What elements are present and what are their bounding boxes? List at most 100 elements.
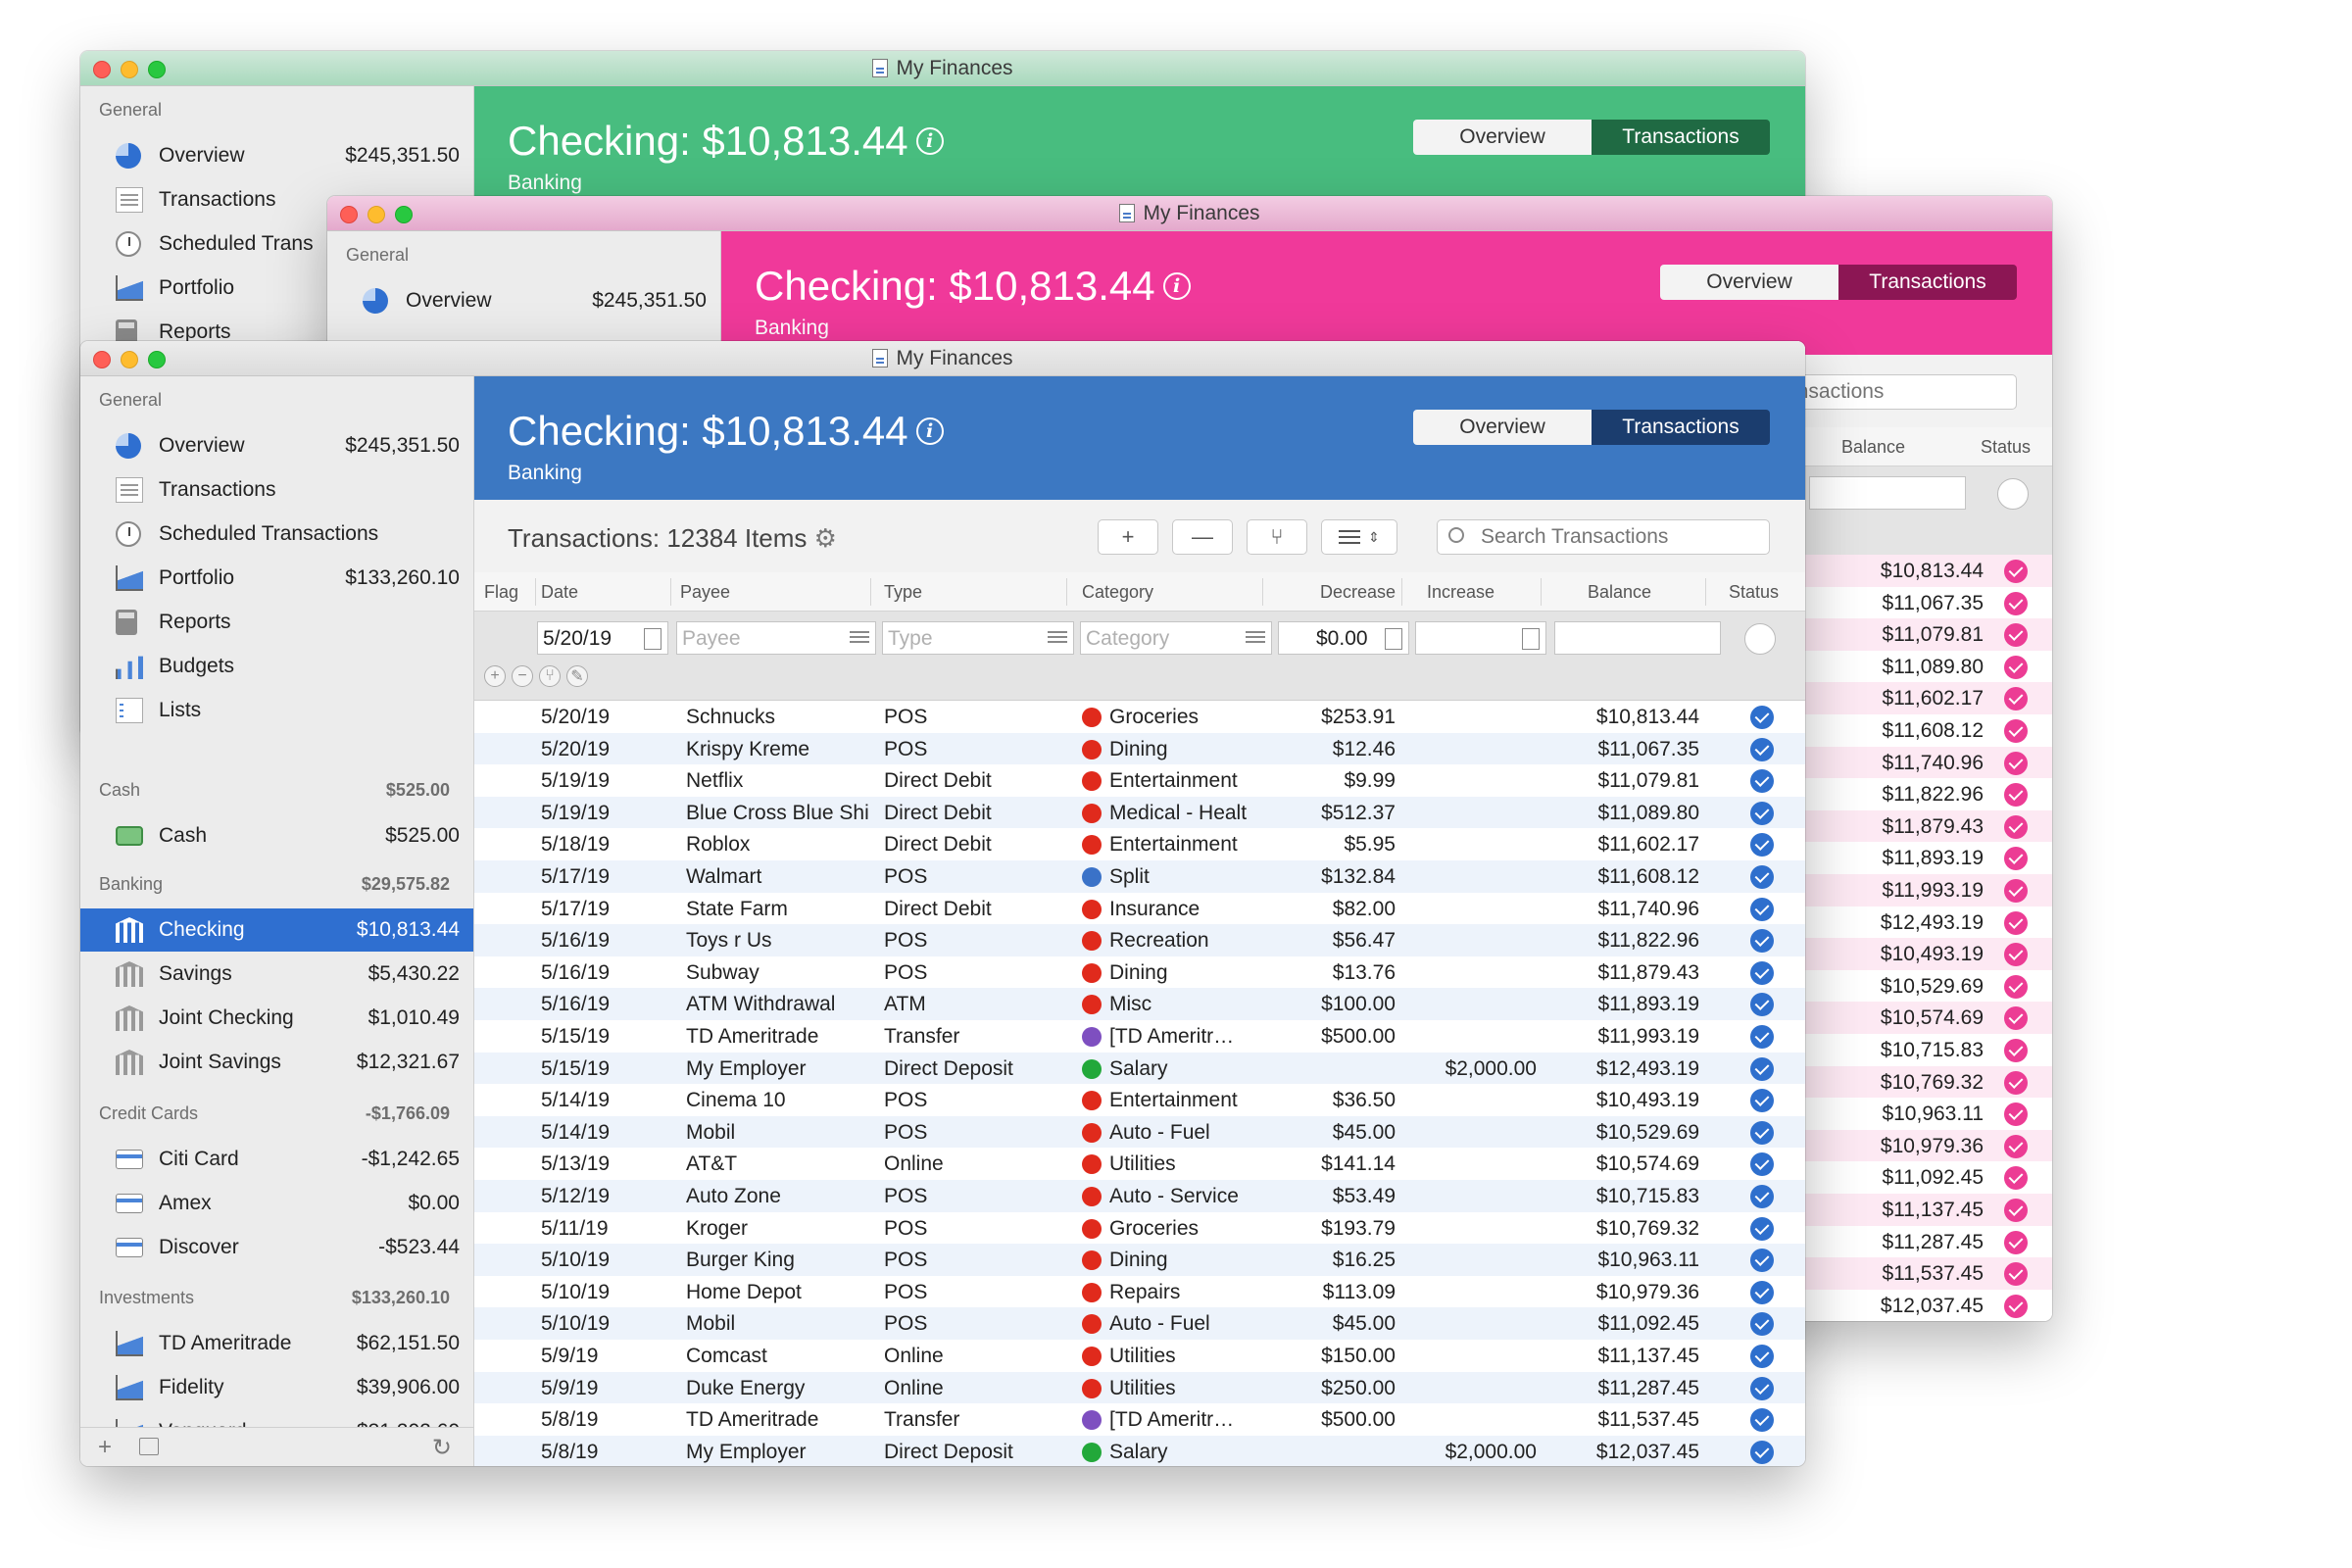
cleared-check-icon[interactable] — [2004, 1070, 2028, 1095]
tab-overview[interactable]: Overview — [1413, 410, 1592, 445]
sidebar-item-overview[interactable]: Overview $245,351.50 — [80, 424, 473, 467]
sidebar-item-joint-savings[interactable]: Joint Savings $12,321.67 — [80, 1041, 473, 1084]
sidebar-item-transactions[interactable]: Transactions — [80, 468, 473, 512]
cleared-check-icon[interactable] — [1750, 1376, 1774, 1400]
column-category[interactable]: Category — [1082, 582, 1153, 603]
cleared-check-icon[interactable] — [2004, 751, 2028, 775]
add-row-icon[interactable]: + — [484, 665, 506, 687]
gear-icon[interactable]: ⚙ — [814, 523, 837, 553]
add-transaction-button[interactable]: + — [1098, 519, 1158, 555]
sidebar-item-savings[interactable]: Savings $5,430.22 — [80, 953, 473, 996]
table-row[interactable]: 5/15/19 My Employer Direct Deposit Salary $2… — [474, 1052, 1805, 1085]
table-row[interactable]: 5/9/19 Comcast Online Utilities $150.00 $11,1… — [474, 1340, 1805, 1372]
table-row[interactable]: 5/17/19 State Farm Direct Debit Insurance $8… — [474, 892, 1805, 925]
table-row[interactable]: 5/11/19 Kroger POS Groceries $193.79 $10,769.… — [474, 1211, 1805, 1245]
split-transaction-button[interactable]: ⑂ — [1247, 519, 1307, 555]
cleared-check-icon[interactable] — [1750, 1312, 1774, 1337]
cleared-check-icon[interactable] — [1750, 1408, 1774, 1433]
sidebar-item-amex[interactable]: Amex $0.00 — [80, 1182, 473, 1225]
cleared-check-icon[interactable] — [2004, 1134, 2028, 1158]
cleared-check-icon[interactable] — [1750, 737, 1774, 761]
table-row[interactable]: 5/16/19 Subway POS Dining $13.76 $11,879.43 — [474, 956, 1805, 989]
titlebar[interactable]: My Finances — [327, 196, 2052, 231]
sidebar-item-budgets[interactable]: Budgets — [80, 645, 473, 688]
zoom-button[interactable] — [148, 351, 166, 368]
cleared-check-icon[interactable] — [2004, 1039, 2028, 1062]
table-row[interactable]: 5/16/19 ATM Withdrawal ATM Misc $100.00 $11,8… — [474, 988, 1805, 1020]
entry-payee-field[interactable]: Payee — [676, 621, 876, 655]
column-flag[interactable]: Flag — [484, 582, 518, 603]
tab-overview[interactable]: Overview — [1660, 265, 1838, 300]
collapse-icon[interactable] — [139, 1438, 159, 1455]
attachment-icon[interactable]: ✎ — [566, 665, 588, 687]
column-decrease[interactable]: Decrease — [1288, 582, 1396, 603]
cleared-check-icon[interactable] — [2004, 974, 2028, 999]
cleared-check-icon[interactable] — [1750, 1089, 1774, 1113]
sidebar-item-portfolio[interactable]: Portfolio $133,260.10 — [80, 557, 473, 600]
column-status[interactable]: Status — [1729, 582, 1779, 603]
table-row[interactable]: 5/19/19 Blue Cross Blue Shi Direct Debit Me… — [474, 796, 1805, 829]
table-row[interactable]: 5/17/19 Walmart POS Split $132.84 $11,608.12 — [474, 860, 1805, 893]
titlebar[interactable]: My Finances — [80, 341, 1805, 376]
entry-type-field[interactable]: Type — [882, 621, 1074, 655]
table-row[interactable]: 5/20/19 Krispy Kreme POS Dining $12.46 $11,06… — [474, 732, 1805, 765]
cleared-check-icon[interactable] — [1750, 960, 1774, 985]
table-row[interactable]: 5/12/19 Auto Zone POS Auto - Service $53.49 $… — [474, 1180, 1805, 1212]
minimize-button[interactable] — [121, 61, 138, 78]
table-row[interactable]: 5/10/19 Home Depot POS Repairs $113.09 $10,97… — [474, 1275, 1805, 1308]
remove-transaction-button[interactable]: — — [1172, 519, 1233, 555]
cleared-check-icon[interactable] — [2004, 1006, 2028, 1031]
cleared-check-icon[interactable] — [2004, 943, 2028, 967]
refresh-icon[interactable]: ↻ — [432, 1434, 452, 1462]
cleared-check-icon[interactable] — [2004, 847, 2028, 871]
minimize-button[interactable] — [368, 206, 385, 223]
calendar-icon[interactable] — [644, 628, 662, 650]
cleared-check-icon[interactable] — [2004, 687, 2028, 711]
sidebar-item-joint-checking[interactable]: Joint Checking $1,010.49 — [80, 997, 473, 1040]
cleared-check-icon[interactable] — [1750, 929, 1774, 954]
cleared-check-icon[interactable] — [2004, 1199, 2028, 1222]
cleared-check-icon[interactable] — [2004, 814, 2028, 839]
table-row[interactable]: 5/8/19 My Employer Direct Deposit Salary $2,… — [474, 1435, 1805, 1466]
table-row[interactable]: 5/13/19 AT&T Online Utilities $141.14 $10,574… — [474, 1148, 1805, 1180]
tab-overview[interactable]: Overview — [1413, 120, 1592, 155]
entry-balance-field[interactable] — [1809, 476, 1966, 510]
remove-row-icon[interactable]: − — [512, 665, 533, 687]
entry-increase-field[interactable] — [1415, 621, 1546, 655]
sidebar-item-discover[interactable]: Discover -$523.44 — [80, 1226, 473, 1269]
cleared-check-icon[interactable] — [1750, 833, 1774, 858]
menu-icon[interactable] — [1048, 631, 1067, 633]
sidebar-item-overview[interactable]: Overview $245,351.50 — [80, 134, 473, 177]
column-date[interactable]: Date — [541, 582, 578, 603]
cleared-check-icon[interactable] — [1750, 1280, 1774, 1304]
column-status[interactable]: Status — [1981, 437, 2031, 458]
entry-balance-field[interactable] — [1554, 621, 1721, 655]
info-icon[interactable]: i — [1162, 272, 1191, 300]
column-type[interactable]: Type — [884, 582, 922, 603]
cleared-check-icon[interactable] — [1750, 769, 1774, 794]
cleared-check-icon[interactable] — [2004, 1102, 2028, 1127]
cleared-check-icon[interactable] — [2004, 1262, 2028, 1287]
info-icon[interactable]: i — [915, 417, 944, 445]
info-icon[interactable]: i — [915, 127, 944, 155]
zoom-button[interactable] — [395, 206, 413, 223]
cleared-check-icon[interactable] — [1750, 706, 1774, 729]
cleared-check-icon[interactable] — [2004, 910, 2028, 935]
sidebar-item-checking[interactable]: Checking $10,813.44 — [80, 908, 473, 952]
table-row[interactable]: 5/8/19 TD Ameritrade Transfer [TD Ameritr… $… — [474, 1403, 1805, 1436]
sidebar-item-reports[interactable]: Reports — [80, 601, 473, 644]
cleared-check-icon[interactable] — [1750, 1120, 1774, 1145]
view-options-button[interactable]: ⇕ — [1321, 519, 1397, 555]
search-input[interactable] — [1437, 519, 1770, 555]
entry-decrease-field[interactable]: $0.00 — [1278, 621, 1409, 655]
cleared-check-icon[interactable] — [1750, 1249, 1774, 1273]
cleared-check-icon[interactable] — [1750, 1185, 1774, 1208]
cleared-check-icon[interactable] — [1750, 801, 1774, 825]
cleared-check-icon[interactable] — [2004, 655, 2028, 679]
column-balance[interactable]: Balance — [1841, 437, 1905, 458]
add-account-button[interactable]: + — [98, 1434, 112, 1461]
cleared-check-icon[interactable] — [1750, 1216, 1774, 1241]
tab-transactions[interactable]: Transactions — [1592, 120, 1770, 155]
table-row[interactable]: 5/10/19 Burger King POS Dining $16.25 $10,963… — [474, 1244, 1805, 1276]
cleared-check-icon[interactable] — [2004, 783, 2028, 808]
